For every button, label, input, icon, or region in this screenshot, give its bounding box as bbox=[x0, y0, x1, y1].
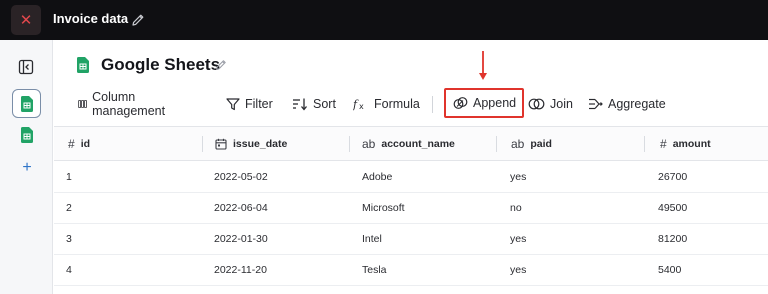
source-tab-google-sheets[interactable] bbox=[12, 120, 41, 149]
source-tab-google-sheets-active[interactable] bbox=[12, 89, 41, 118]
table-row[interactable]: 1 2022-05-02 Adobe yes 26700 bbox=[54, 162, 768, 193]
main-panel: Google Sheets Column management Filter S… bbox=[54, 40, 768, 294]
number-type-icon: # bbox=[660, 137, 667, 151]
cell-account-name[interactable]: Adobe bbox=[362, 162, 392, 192]
cell-paid[interactable]: yes bbox=[510, 255, 526, 285]
column-divider[interactable] bbox=[202, 136, 203, 152]
add-source-button[interactable]: + bbox=[19, 160, 35, 176]
pencil-icon[interactable] bbox=[130, 12, 146, 28]
aggregate-button[interactable]: Aggregate bbox=[588, 92, 666, 116]
close-icon: ✕ bbox=[19, 12, 33, 29]
column-name: issue_date bbox=[233, 138, 288, 150]
cell-id[interactable]: 1 bbox=[66, 162, 72, 192]
join-button[interactable]: Join bbox=[528, 92, 573, 116]
aggregate-label: Aggregate bbox=[608, 97, 666, 111]
cell-paid[interactable]: no bbox=[510, 193, 522, 223]
table-row[interactable]: 3 2022-01-30 Intel yes 81200 bbox=[54, 224, 768, 255]
google-sheets-icon bbox=[77, 57, 89, 73]
column-name: account_name bbox=[381, 138, 455, 150]
filter-icon bbox=[226, 98, 240, 111]
cell-amount[interactable]: 5400 bbox=[658, 255, 681, 285]
column-management-button[interactable]: Column management bbox=[78, 90, 170, 118]
google-sheets-icon bbox=[20, 95, 33, 112]
cell-paid[interactable]: yes bbox=[510, 162, 526, 192]
column-divider[interactable] bbox=[644, 136, 645, 152]
join-label: Join bbox=[550, 97, 573, 111]
table-row[interactable]: 2 2022-06-04 Microsoft no 49500 bbox=[54, 193, 768, 224]
join-icon bbox=[528, 98, 545, 110]
close-button[interactable]: ✕ bbox=[11, 5, 41, 35]
cell-issue-date[interactable]: 2022-05-02 bbox=[214, 162, 268, 192]
google-sheets-icon bbox=[20, 126, 33, 143]
toolbar-divider bbox=[432, 96, 433, 113]
column-management-label: Column management bbox=[92, 90, 166, 118]
cell-paid[interactable]: yes bbox=[510, 224, 526, 254]
cell-id[interactable]: 2 bbox=[66, 193, 72, 223]
table-row[interactable]: 4 2022-11-20 Tesla yes 5400 bbox=[54, 255, 768, 286]
aggregate-icon bbox=[589, 98, 603, 110]
table-header: # id issue_date ab account_name ab paid … bbox=[54, 126, 768, 161]
app-title: Invoice data bbox=[53, 11, 129, 26]
formula-label: Formula bbox=[374, 97, 420, 111]
calendar-icon bbox=[215, 138, 227, 150]
column-divider[interactable] bbox=[496, 136, 497, 152]
filter-label: Filter bbox=[245, 97, 273, 111]
append-label: Append bbox=[473, 96, 517, 110]
cell-issue-date[interactable]: 2022-11-20 bbox=[214, 255, 267, 285]
column-name: id bbox=[80, 138, 91, 150]
text-type-icon: ab bbox=[511, 137, 525, 151]
columns-icon bbox=[78, 100, 87, 108]
sort-icon bbox=[293, 98, 307, 111]
column-name: amount bbox=[672, 138, 711, 150]
column-name: paid bbox=[530, 138, 552, 150]
column-header-account-name[interactable]: ab account_name bbox=[362, 127, 455, 161]
number-type-icon: # bbox=[68, 137, 75, 151]
cell-account-name[interactable]: Tesla bbox=[362, 255, 387, 285]
cell-id[interactable]: 3 bbox=[66, 224, 72, 254]
append-button[interactable]: Append bbox=[444, 88, 525, 118]
pencil-icon[interactable] bbox=[214, 58, 228, 72]
plus-icon: + bbox=[22, 159, 32, 176]
cell-account-name[interactable]: Microsoft bbox=[362, 193, 405, 223]
cell-issue-date[interactable]: 2022-01-30 bbox=[214, 224, 268, 254]
column-header-paid[interactable]: ab paid bbox=[511, 127, 552, 161]
formula-button[interactable]: f x Formula bbox=[353, 92, 420, 116]
cell-account-name[interactable]: Intel bbox=[362, 224, 382, 254]
sort-button[interactable]: Sort bbox=[292, 92, 336, 116]
filter-button[interactable]: Filter bbox=[226, 92, 273, 116]
column-header-id[interactable]: # id bbox=[68, 127, 90, 161]
column-header-amount[interactable]: # amount bbox=[660, 127, 711, 161]
cell-amount[interactable]: 49500 bbox=[658, 193, 687, 223]
sidebar: + bbox=[0, 40, 53, 294]
cell-issue-date[interactable]: 2022-06-04 bbox=[214, 193, 268, 223]
annotation-arrow-icon bbox=[479, 51, 487, 80]
cell-amount[interactable]: 81200 bbox=[658, 224, 687, 254]
function-icon: f x bbox=[353, 98, 364, 111]
top-bar: ✕ Invoice data bbox=[0, 0, 768, 40]
svg-text:x: x bbox=[359, 102, 364, 111]
column-divider[interactable] bbox=[349, 136, 350, 152]
text-type-icon: ab bbox=[362, 137, 376, 151]
cell-amount[interactable]: 26700 bbox=[658, 162, 687, 192]
column-header-issue-date[interactable]: issue_date bbox=[215, 127, 287, 161]
append-icon bbox=[453, 97, 468, 109]
sort-label: Sort bbox=[313, 97, 336, 111]
sidebar-collapse-icon[interactable] bbox=[18, 59, 34, 75]
page-title: Google Sheets bbox=[101, 55, 221, 74]
cell-id[interactable]: 4 bbox=[66, 255, 72, 285]
